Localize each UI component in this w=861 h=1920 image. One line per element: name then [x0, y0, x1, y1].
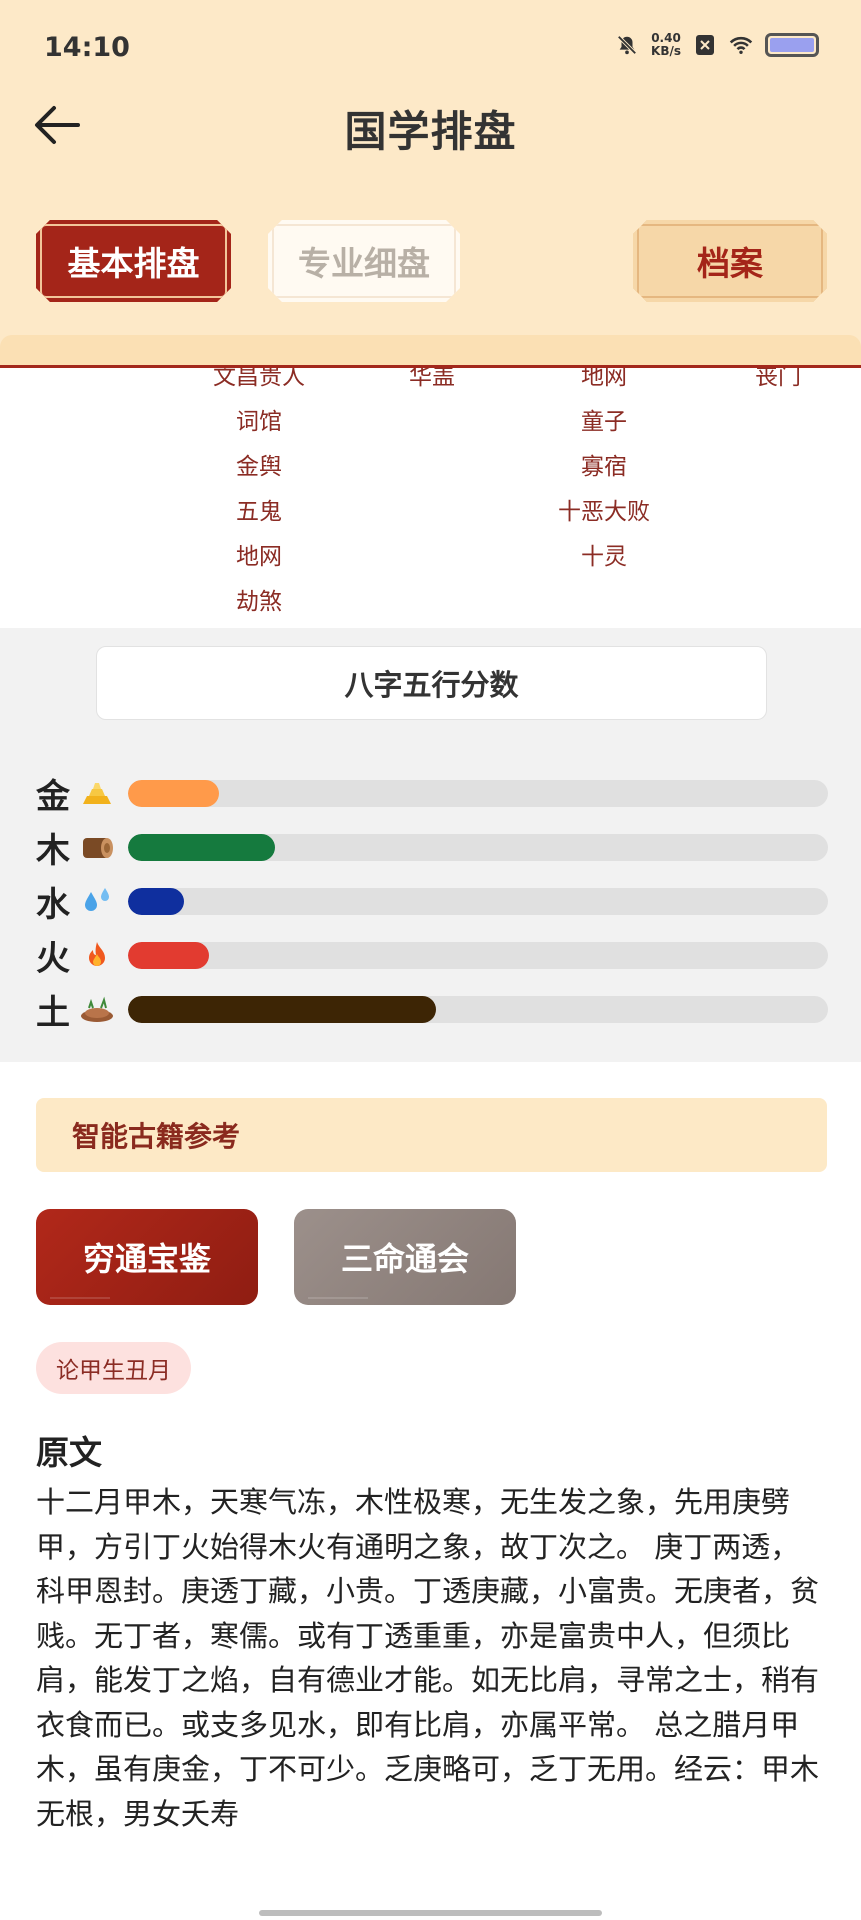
list-item: 寡宿 — [581, 454, 627, 480]
gold-ingot-icon — [76, 775, 118, 811]
list-item: 地网 — [236, 544, 282, 570]
ancient-books-header: 智能古籍参考 — [36, 1098, 827, 1172]
wuxing-row-earth: 土 — [36, 986, 828, 1033]
progress-track — [128, 887, 828, 915]
wood-log-icon — [76, 829, 118, 865]
list-item: 五鬼 — [236, 499, 282, 525]
element-label: 火 — [36, 938, 70, 979]
element-label: 水 — [36, 884, 70, 925]
original-text-label: 原文 — [36, 1433, 102, 1472]
progress-fill — [128, 779, 219, 807]
sim-off-icon — [693, 33, 717, 57]
list-item: 金舆 — [236, 454, 282, 480]
wuxing-row-metal: 金 — [36, 770, 828, 817]
book-button-sanming[interactable]: 三命通会 — [294, 1209, 516, 1305]
tab-pro-chart[interactable]: 专业细盘 — [268, 220, 460, 302]
wuxing-row-water: 水 — [36, 878, 828, 925]
shensha-column-3: 地网 童子 寡宿 十恶大败 十灵 — [524, 360, 684, 580]
element-label: 木 — [36, 830, 70, 871]
header-divider — [0, 335, 861, 368]
wifi-icon — [729, 33, 753, 57]
topic-chip: 论甲生丑月 — [36, 1342, 191, 1394]
network-speed: 0.40 KB/s — [651, 31, 681, 58]
wuxing-title: 八字五行分数 — [96, 646, 767, 720]
progress-track — [128, 995, 828, 1023]
book-button-qiongtong[interactable]: 穷通宝鉴 — [36, 1209, 258, 1305]
list-item: 劫煞 — [236, 589, 282, 615]
progress-track — [128, 941, 828, 969]
screen: 14:10 0.40 KB/s 国学排盘 基本排盘 专业细盘 档案 文昌贵人 词… — [0, 0, 861, 1920]
battery-icon — [765, 33, 819, 57]
list-item: 词馆 — [236, 409, 282, 435]
mute-bell-icon — [615, 33, 639, 57]
progress-track — [128, 779, 828, 807]
earth-icon — [76, 991, 118, 1027]
progress-track — [128, 833, 828, 861]
top-header: 14:10 0.40 KB/s 国学排盘 基本排盘 专业细盘 档案 — [0, 0, 861, 368]
tab-basic-chart[interactable]: 基本排盘 — [36, 220, 231, 302]
progress-fill — [128, 941, 209, 969]
progress-fill — [128, 995, 436, 1023]
element-label: 金 — [36, 776, 70, 817]
list-item: 十灵 — [581, 544, 627, 570]
element-label: 土 — [36, 992, 70, 1033]
progress-fill — [128, 887, 184, 915]
list-item: 童子 — [581, 409, 627, 435]
wuxing-row-fire: 火 — [36, 932, 828, 979]
wuxing-score-section: 八字五行分数 金 木 水 火 土 — [0, 628, 861, 1062]
status-time: 14:10 — [44, 32, 130, 63]
fire-icon — [76, 937, 118, 973]
status-bar-icons: 0.40 KB/s — [615, 32, 819, 58]
original-text-body: 十二月甲木，天寒气冻，木性极寒，无生发之象，先用庚劈甲，方引丁火始得木火有通明之… — [36, 1485, 820, 1831]
tab-archive[interactable]: 档案 — [633, 220, 827, 302]
progress-fill — [128, 833, 275, 861]
page-title: 国学排盘 — [344, 107, 517, 156]
water-drop-icon — [76, 883, 118, 919]
home-indicator[interactable] — [259, 1910, 602, 1916]
shensha-column-1: 文昌贵人 词馆 金舆 五鬼 地网 劫煞 — [179, 360, 339, 625]
wuxing-row-wood: 木 — [36, 824, 828, 871]
shensha-list: 文昌贵人 词馆 金舆 五鬼 地网 劫煞 华盖 地网 童子 寡宿 十恶大败 十灵 … — [0, 360, 861, 628]
list-item: 十恶大败 — [558, 499, 650, 525]
